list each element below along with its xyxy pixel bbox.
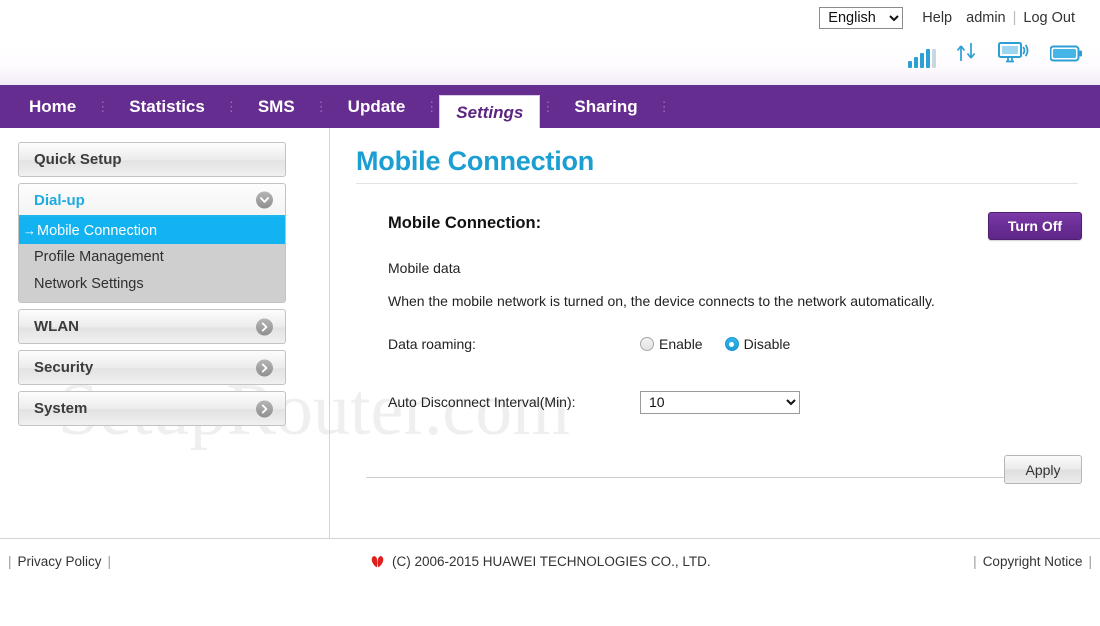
auto-disconnect-select[interactable]: 05102030 (640, 390, 800, 414)
arrow-right-icon: → (23, 223, 36, 238)
nav-item-sms[interactable]: SMS (239, 85, 314, 128)
turn-off-button[interactable]: Turn Off (988, 212, 1082, 240)
sidebar-panel-quick-setup: Quick Setup (18, 142, 286, 177)
mobile-data-label: Mobile data (388, 260, 461, 276)
footer-pipe-right: | (973, 553, 977, 569)
sidebar: Quick Setup Dial-up →Mobile Connection Prof… (0, 128, 330, 538)
content-bottom-divider (366, 477, 1078, 478)
apply-button[interactable]: Apply (1004, 455, 1082, 484)
sidebar-item-security[interactable]: Security (19, 351, 285, 384)
auto-disconnect-row: Auto Disconnect Interval(Min): 05102030 (388, 389, 1078, 415)
auto-disconnect-label: Auto Disconnect Interval(Min): (388, 394, 576, 410)
footer-copyright: (C) 2006-2015 HUAWEI TECHNOLOGIES CO., L… (370, 554, 711, 569)
huawei-logo-icon (371, 556, 384, 568)
sidebar-panel-dial-up: Dial-up →Mobile Connection Profile Managem… (18, 183, 286, 303)
sidebar-item-dial-up[interactable]: Dial-up (19, 184, 285, 217)
header-top-bar: EnglishDeutschEspañolFrançais中文 Help adm… (0, 0, 1100, 30)
sidebar-panel-label: System (34, 400, 88, 417)
copyright-text: (C) 2006-2015 HUAWEI TECHNOLOGIES CO., L… (392, 553, 711, 569)
footer-right: | Copyright Notice | (973, 554, 1092, 569)
chevron-right-icon[interactable] (256, 359, 273, 376)
data-roaming-label: Data roaming: (388, 336, 476, 352)
sidebar-panel-label: WLAN (34, 318, 79, 335)
chevron-right-icon[interactable] (256, 318, 273, 335)
data-roaming-disable-label: Disable (743, 336, 791, 352)
nav-separator: ⋮ (657, 99, 671, 114)
page-header: EnglishDeutschEspañolFrançais中文 Help adm… (0, 0, 1100, 85)
chevron-right-icon[interactable] (256, 400, 273, 417)
sidebar-subitem-label: Network Settings (34, 276, 144, 292)
nav-item-home[interactable]: Home (10, 85, 95, 128)
sidebar-panel-label: Security (34, 359, 94, 376)
nav-item-settings[interactable]: Settings (439, 95, 541, 128)
logout-link[interactable]: Log Out (1023, 10, 1075, 26)
sidebar-subitem-mobile-connection[interactable]: →Mobile Connection (19, 217, 285, 244)
sidebar-panel-body: →Mobile Connection Profile Management Netw… (19, 217, 285, 302)
sidebar-panel-security: Security (18, 350, 286, 385)
chevron-down-icon[interactable] (256, 191, 273, 208)
main-navigation: Home ⋮ Statistics ⋮ SMS ⋮ Update ⋮ Settings ⋮ Shar… (0, 85, 1100, 128)
nav-separator: ⋮ (541, 99, 555, 114)
header-divider: | (1012, 10, 1017, 26)
sidebar-subitem-label: Profile Management (34, 249, 164, 265)
language-select[interactable]: EnglishDeutschEspañolFrançais中文 (819, 7, 904, 29)
sidebar-item-wlan[interactable]: WLAN (19, 310, 285, 343)
nav-separator: ⋮ (425, 99, 439, 114)
sidebar-panel-label: Dial-up (34, 192, 85, 209)
footer-left: | Privacy Policy | (8, 554, 111, 569)
footer-pipe-left: | (8, 553, 12, 569)
sidebar-panel-system: System (18, 391, 286, 426)
data-roaming-disable-option[interactable]: Disable (724, 336, 791, 352)
page-title: Mobile Connection (356, 146, 595, 176)
data-roaming-enable-label: Enable (659, 336, 703, 352)
radio-enable-icon[interactable] (640, 337, 654, 351)
page-footer: | Privacy Policy | (C) 2006-2015 HUAWEI … (0, 538, 1100, 626)
title-divider (356, 183, 1078, 184)
nav-item-sharing[interactable]: Sharing (555, 85, 656, 128)
signal-strength-icon (908, 48, 936, 68)
nav-separator: ⋮ (224, 99, 238, 114)
nav-separator: ⋮ (96, 99, 110, 114)
mobile-data-row: Mobile data (388, 255, 1078, 281)
sidebar-subitem-label: Mobile Connection (37, 223, 158, 239)
content-area: Mobile Connection Mobile Connection: Mob… (330, 128, 1100, 538)
data-roaming-row: Data roaming: Enable Disable (388, 331, 1078, 357)
nav-item-update[interactable]: Update (329, 85, 425, 128)
sidebar-panel-label: Quick Setup (34, 151, 122, 168)
connected-device-icon (998, 41, 1031, 68)
admin-link[interactable]: admin (966, 10, 1006, 26)
mobile-data-description: When the mobile network is turned on, th… (388, 293, 935, 309)
section-title: Mobile Connection: (388, 214, 542, 232)
nav-item-statistics[interactable]: Statistics (110, 85, 224, 128)
data-roaming-enable-option[interactable]: Enable (640, 336, 703, 352)
footer-pipe-left2: | (107, 553, 112, 569)
data-roaming-radio-group: Enable Disable (640, 336, 790, 352)
data-transfer-icon (955, 41, 979, 68)
sidebar-item-system[interactable]: System (19, 392, 285, 425)
status-icon-group (908, 38, 1082, 68)
sidebar-item-quick-setup[interactable]: Quick Setup (19, 143, 285, 176)
radio-disable-icon[interactable] (724, 337, 739, 351)
privacy-policy-link[interactable]: Privacy Policy (18, 554, 102, 569)
help-link[interactable]: Help (922, 10, 952, 26)
copyright-notice-link[interactable]: Copyright Notice (983, 554, 1083, 569)
nav-separator: ⋮ (314, 99, 328, 114)
battery-icon (1049, 45, 1082, 68)
main-area: Quick Setup Dial-up →Mobile Connection Prof… (0, 128, 1100, 538)
sidebar-subitem-network-settings[interactable]: Network Settings (19, 271, 285, 298)
sidebar-panel-wlan: WLAN (18, 309, 286, 344)
footer-pipe-right2: | (1088, 553, 1092, 569)
sidebar-subitem-profile-management[interactable]: Profile Management (19, 244, 285, 271)
